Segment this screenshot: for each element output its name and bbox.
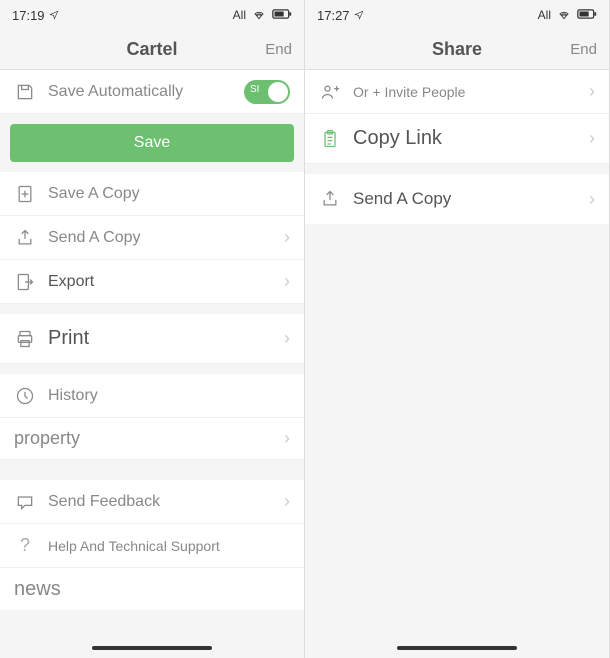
battery-icon [272,8,292,23]
copy-link-label: Copy Link [353,127,589,150]
header-title: Share [432,39,482,60]
location-icon [49,8,59,23]
history-label: History [48,387,290,405]
save-auto-toggle[interactable]: SI [244,80,290,104]
export-icon [14,271,36,293]
news-label: news [14,578,304,601]
save-button[interactable]: Save [10,124,294,162]
status-bar: 17:19 All [0,0,304,30]
share-icon [14,227,36,249]
export-label: Export [48,273,284,291]
chevron-icon: › [284,491,290,512]
header-title: Cartel [126,39,177,60]
battery-icon [577,8,597,23]
header: Cartel End [0,30,304,70]
history-icon [14,385,36,407]
invite-row[interactable]: Or + Invite People › [305,70,609,114]
wifi-icon [252,7,266,24]
save-auto-label: Save Automatically [48,83,244,101]
chevron-icon: › [284,328,290,349]
chevron-icon: › [284,227,290,248]
status-carrier: All [233,8,246,22]
left-screen: 17:19 All Cartel End Save Automatically … [0,0,305,658]
copy-link-row[interactable]: Copy Link › [305,114,609,164]
feedback-label: Send Feedback [48,493,284,511]
history-row[interactable]: History [0,374,304,418]
location-icon [354,8,364,23]
chevron-icon: › [284,271,290,292]
status-time: 17:27 [317,8,350,23]
property-row[interactable]: property › [0,418,304,460]
help-row[interactable]: ? Help And Technical Support [0,524,304,568]
save-auto-row[interactable]: Save Automatically SI [0,70,304,114]
header: Share End [305,30,609,70]
send-copy-label: Send A Copy [353,189,589,209]
print-row[interactable]: Print › [0,314,304,364]
invite-icon [319,81,341,103]
print-label: Print [48,327,284,350]
chevron-icon: › [589,81,595,102]
chevron-icon: › [589,189,595,210]
help-label: Help And Technical Support [48,538,290,554]
export-row[interactable]: Export › [0,260,304,304]
help-icon: ? [14,535,36,557]
send-copy-label: Send A Copy [48,229,284,247]
chevron-icon: › [589,128,595,149]
home-indicator[interactable] [397,646,517,650]
property-label: property [14,428,284,449]
feedback-row[interactable]: Send Feedback › [0,480,304,524]
save-auto-icon [14,81,36,103]
save-copy-icon [14,183,36,205]
news-row[interactable]: news [0,568,304,610]
feedback-icon [14,491,36,513]
invite-label: Or + Invite People [353,84,589,100]
share-icon [319,188,341,210]
print-icon [14,328,36,350]
wifi-icon [557,7,571,24]
status-bar: 17:27 All [305,0,609,30]
chevron-icon: › [284,428,290,449]
header-end[interactable]: End [265,41,292,58]
clipboard-icon [319,128,341,150]
status-carrier: All [538,8,551,22]
status-time: 17:19 [12,8,45,23]
right-screen: 17:27 All Share End Or + Invite People › [305,0,610,658]
header-end[interactable]: End [570,41,597,58]
save-copy-label: Save A Copy [48,185,290,203]
send-copy-row[interactable]: Send A Copy › [305,174,609,224]
save-copy-row[interactable]: Save A Copy [0,172,304,216]
send-copy-row[interactable]: Send A Copy › [0,216,304,260]
home-indicator[interactable] [92,646,212,650]
